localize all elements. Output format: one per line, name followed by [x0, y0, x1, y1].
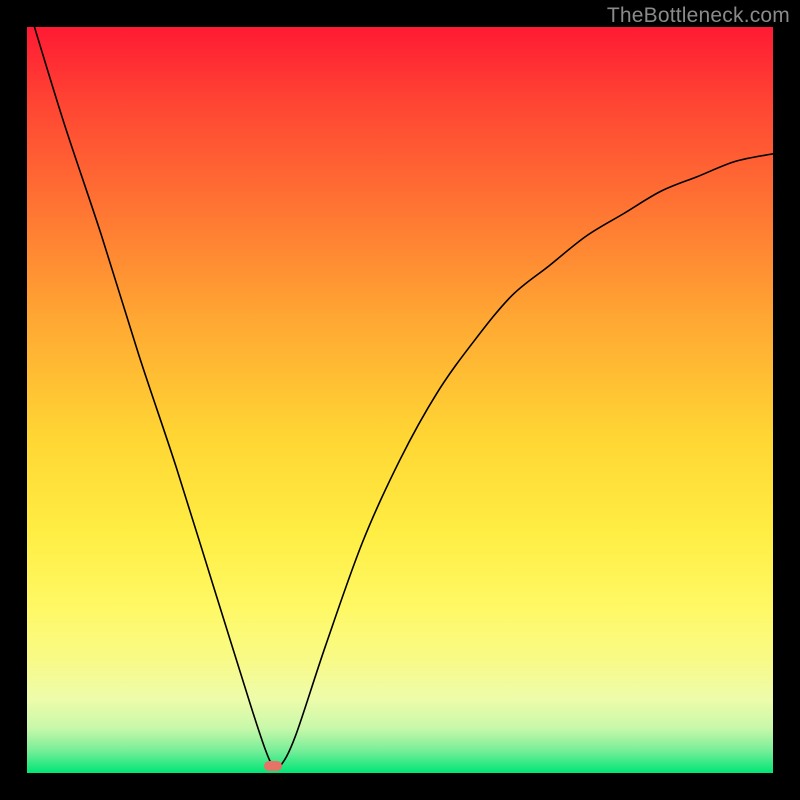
curve-minimum-marker [264, 761, 282, 771]
bottleneck-curve [27, 27, 773, 773]
watermark-text: TheBottleneck.com [607, 4, 790, 28]
plot-area [27, 27, 773, 773]
